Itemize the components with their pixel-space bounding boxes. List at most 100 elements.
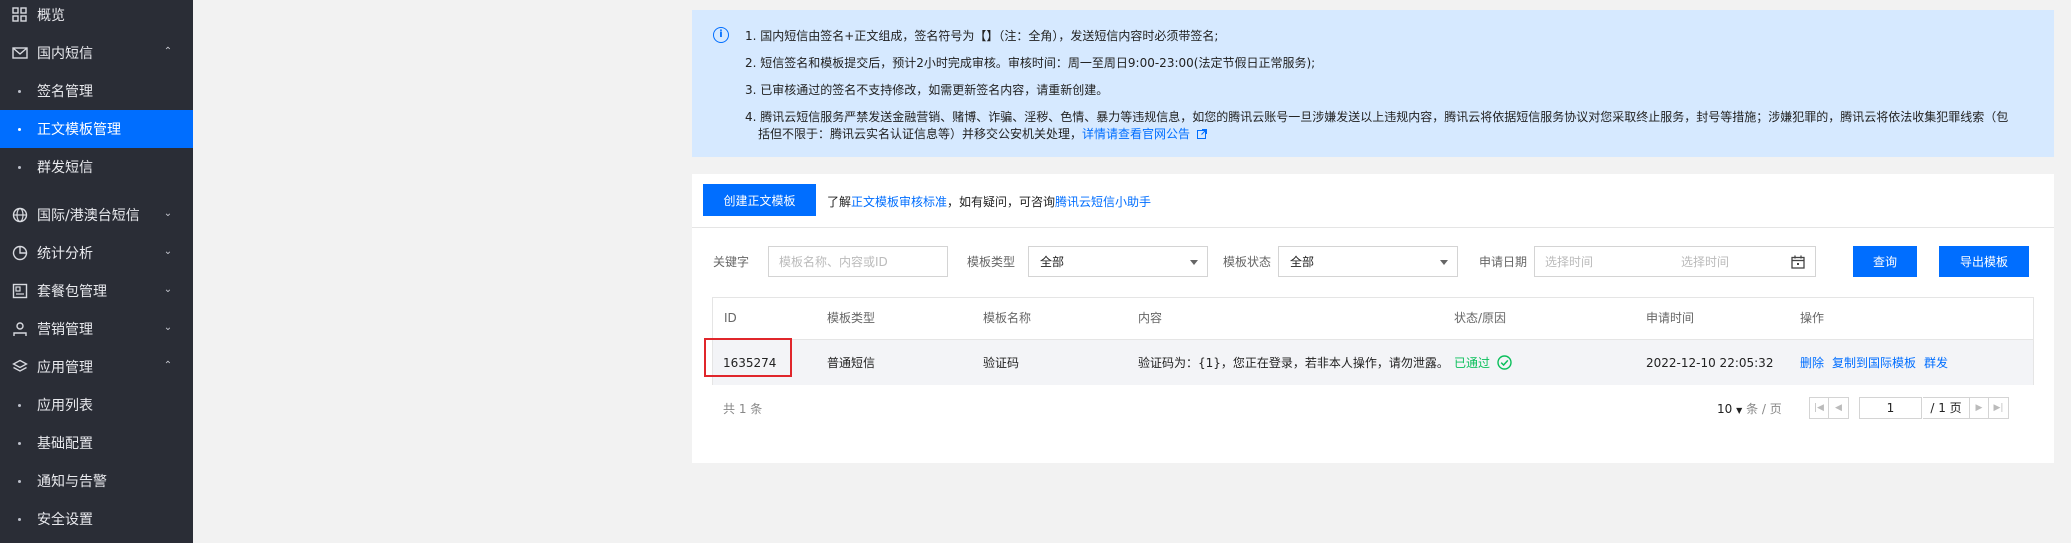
page-size-value: 10 xyxy=(1717,402,1733,416)
sidebar-item-signature[interactable]: 签名管理 xyxy=(0,72,193,110)
sidebar-item-packages[interactable]: 套餐包管理 ⌄ xyxy=(0,272,193,310)
sidebar-item-overview[interactable]: 概览 xyxy=(0,0,193,34)
sidebar-item-label: 基础配置 xyxy=(37,436,93,452)
notice-line-4-cont: 括但不限于：腾讯云实名认证信息等）并移交公安机关处理，详情请查看官网公告 xyxy=(758,125,1207,142)
pie-chart-icon xyxy=(12,245,28,261)
page-size-select[interactable]: 10 ▼ 条 / 页 xyxy=(1717,400,1782,417)
check-circle-icon xyxy=(1497,355,1512,370)
hint-text: ，如有疑问，可咨询 xyxy=(947,195,1056,209)
template-type: 普通短信 xyxy=(827,356,876,370)
sidebar-item-label: 套餐包管理 xyxy=(37,284,107,300)
templates-table: ID 模板类型 模板名称 内容 状态/原因 申请时间 操作 1635274 普通… xyxy=(712,297,2034,385)
chevron-down-icon: ⌄ xyxy=(163,284,173,295)
column-header-status: 状态/原因 xyxy=(1454,311,1507,325)
caret-down-icon: ▼ xyxy=(1736,406,1743,415)
status-label: 模板状态 xyxy=(1223,255,1272,269)
column-header-time: 申请时间 xyxy=(1646,311,1695,325)
last-page-button[interactable]: ▶| xyxy=(1989,397,2009,419)
date-start-input[interactable]: 选择时间 xyxy=(1545,253,1593,270)
highlight-box xyxy=(704,338,792,377)
column-header-id: ID xyxy=(724,311,737,325)
sidebar-item-basic-config[interactable]: 基础配置 xyxy=(0,424,193,462)
keyword-input[interactable]: 模板名称、内容或ID xyxy=(768,246,948,277)
prev-page-button[interactable]: ◀ xyxy=(1829,397,1849,419)
status-select-value: 全部 xyxy=(1290,255,1315,269)
bullet-icon xyxy=(18,128,21,131)
chevron-up-icon: ⌃ xyxy=(163,360,173,371)
review-standard-link[interactable]: 正文模板审核标准 xyxy=(851,195,947,209)
total-count: 共 1 条 xyxy=(723,402,763,416)
notice-announcement-link[interactable]: 详情请查看官网公告 xyxy=(1082,127,1190,141)
globe-icon xyxy=(12,207,28,223)
external-link-icon[interactable] xyxy=(1196,129,1207,139)
column-header-type: 模板类型 xyxy=(827,311,876,325)
chevron-up-icon: ⌃ xyxy=(163,46,173,57)
query-button[interactable]: 查询 xyxy=(1853,246,1917,277)
sidebar-item-label: 概览 xyxy=(37,8,65,24)
column-header-name: 模板名称 xyxy=(983,311,1032,325)
divider xyxy=(692,227,2054,228)
bulk-send-link[interactable]: 群发 xyxy=(1924,356,1948,370)
sidebar-item-statistics[interactable]: 统计分析 ⌄ xyxy=(0,234,193,272)
sms-assistant-link[interactable]: 腾讯云短信小助手 xyxy=(1055,195,1151,209)
sidebar-item-templates[interactable]: 正文模板管理 xyxy=(0,110,193,148)
table-row: 1635274 普通短信 验证码 验证码为：{1}，您正在登录，若非本人操作，请… xyxy=(713,339,2033,385)
column-header-content: 内容 xyxy=(1138,311,1163,325)
sidebar: 概览 国内短信 ⌃ 签名管理 正文模板管理 群发短信 国际/港澳台短信 ⌄ 统计… xyxy=(0,0,193,543)
template-name: 验证码 xyxy=(983,356,1020,370)
chevron-down-icon: ⌄ xyxy=(163,208,173,219)
template-actions: 删除 复制到国际模板 群发 xyxy=(1800,340,1956,386)
notice-banner: i 1. 国内短信由签名+正文组成，签名符号为【】（注：全角），发送短信内容时必… xyxy=(692,10,2054,157)
keyword-label: 关键字 xyxy=(713,255,750,269)
export-templates-button[interactable]: 导出模板 xyxy=(1939,246,2029,277)
sidebar-item-app-list[interactable]: 应用列表 xyxy=(0,386,193,424)
type-label: 模板类型 xyxy=(967,255,1016,269)
sidebar-item-alerts[interactable]: 通知与告警 xyxy=(0,462,193,500)
type-select[interactable]: 全部 xyxy=(1028,246,1208,277)
hint-text: 了解 xyxy=(827,195,852,209)
sidebar-item-label: 统计分析 xyxy=(37,246,93,262)
first-page-button[interactable]: |◀ xyxy=(1809,397,1829,419)
page-number-input[interactable]: 1 xyxy=(1859,397,1922,419)
sidebar-item-label: 群发短信 xyxy=(37,160,93,176)
sidebar-item-label: 通知与告警 xyxy=(37,474,107,490)
bullet-icon xyxy=(18,442,21,445)
copy-to-intl-link[interactable]: 复制到国际模板 xyxy=(1832,356,1916,370)
column-header-actions: 操作 xyxy=(1800,311,1825,325)
sidebar-item-label: 国际/港澳台短信 xyxy=(37,208,140,224)
mail-icon xyxy=(12,47,28,59)
notice-text: 括但不限于：腾讯云实名认证信息等）并移交公安机关处理， xyxy=(758,127,1083,141)
toolbar-hint: 了解正文模板审核标准，如有疑问，可咨询腾讯云短信小助手 xyxy=(827,193,1151,210)
total-pages: / 1 页 xyxy=(1923,397,1970,419)
sidebar-item-marketing[interactable]: 营销管理 ⌄ xyxy=(0,310,193,348)
status-approved: 已通过 xyxy=(1454,356,1491,370)
sidebar-item-intl-sms[interactable]: 国际/港澳台短信 ⌄ xyxy=(0,196,193,234)
package-icon xyxy=(12,283,28,299)
sidebar-item-label: 营销管理 xyxy=(37,322,93,338)
status-select[interactable]: 全部 xyxy=(1278,246,1458,277)
calendar-icon[interactable] xyxy=(1791,255,1805,269)
sidebar-item-label: 正文模板管理 xyxy=(37,122,121,138)
sidebar-item-domestic-sms[interactable]: 国内短信 ⌃ xyxy=(0,34,193,72)
date-range-picker[interactable]: 选择时间 选择时间 xyxy=(1534,246,1816,277)
sidebar-item-bulk-sms[interactable]: 群发短信 xyxy=(0,148,193,186)
next-page-button[interactable]: ▶ xyxy=(1969,397,1989,419)
date-label: 申请日期 xyxy=(1479,255,1528,269)
chevron-down-icon: ⌄ xyxy=(163,246,173,257)
template-status: 已通过 xyxy=(1454,340,1512,386)
template-time: 2022-12-10 22:05:32 xyxy=(1646,356,1774,370)
bullet-icon xyxy=(18,480,21,483)
date-end-input[interactable]: 选择时间 xyxy=(1681,253,1729,270)
sidebar-item-app-management[interactable]: 应用管理 ⌃ xyxy=(0,348,193,386)
grid-icon xyxy=(12,7,27,22)
sidebar-item-label: 应用列表 xyxy=(37,398,93,414)
layers-icon xyxy=(12,359,28,372)
template-panel: 创建正文模板 了解正文模板审核标准，如有疑问，可咨询腾讯云短信小助手 关键字 模… xyxy=(692,174,2054,463)
notice-line-4: 4. 腾讯云短信服务严禁发送金融营销、赌博、诈骗、淫秽、色情、暴力等违规信息，如… xyxy=(745,110,2009,124)
sidebar-item-security[interactable]: 安全设置 xyxy=(0,500,193,538)
chevron-down-icon: ⌄ xyxy=(163,322,173,333)
delete-link[interactable]: 删除 xyxy=(1800,356,1824,370)
caret-down-icon xyxy=(1440,260,1448,265)
bullet-icon xyxy=(18,90,21,93)
create-template-button[interactable]: 创建正文模板 xyxy=(703,184,816,216)
